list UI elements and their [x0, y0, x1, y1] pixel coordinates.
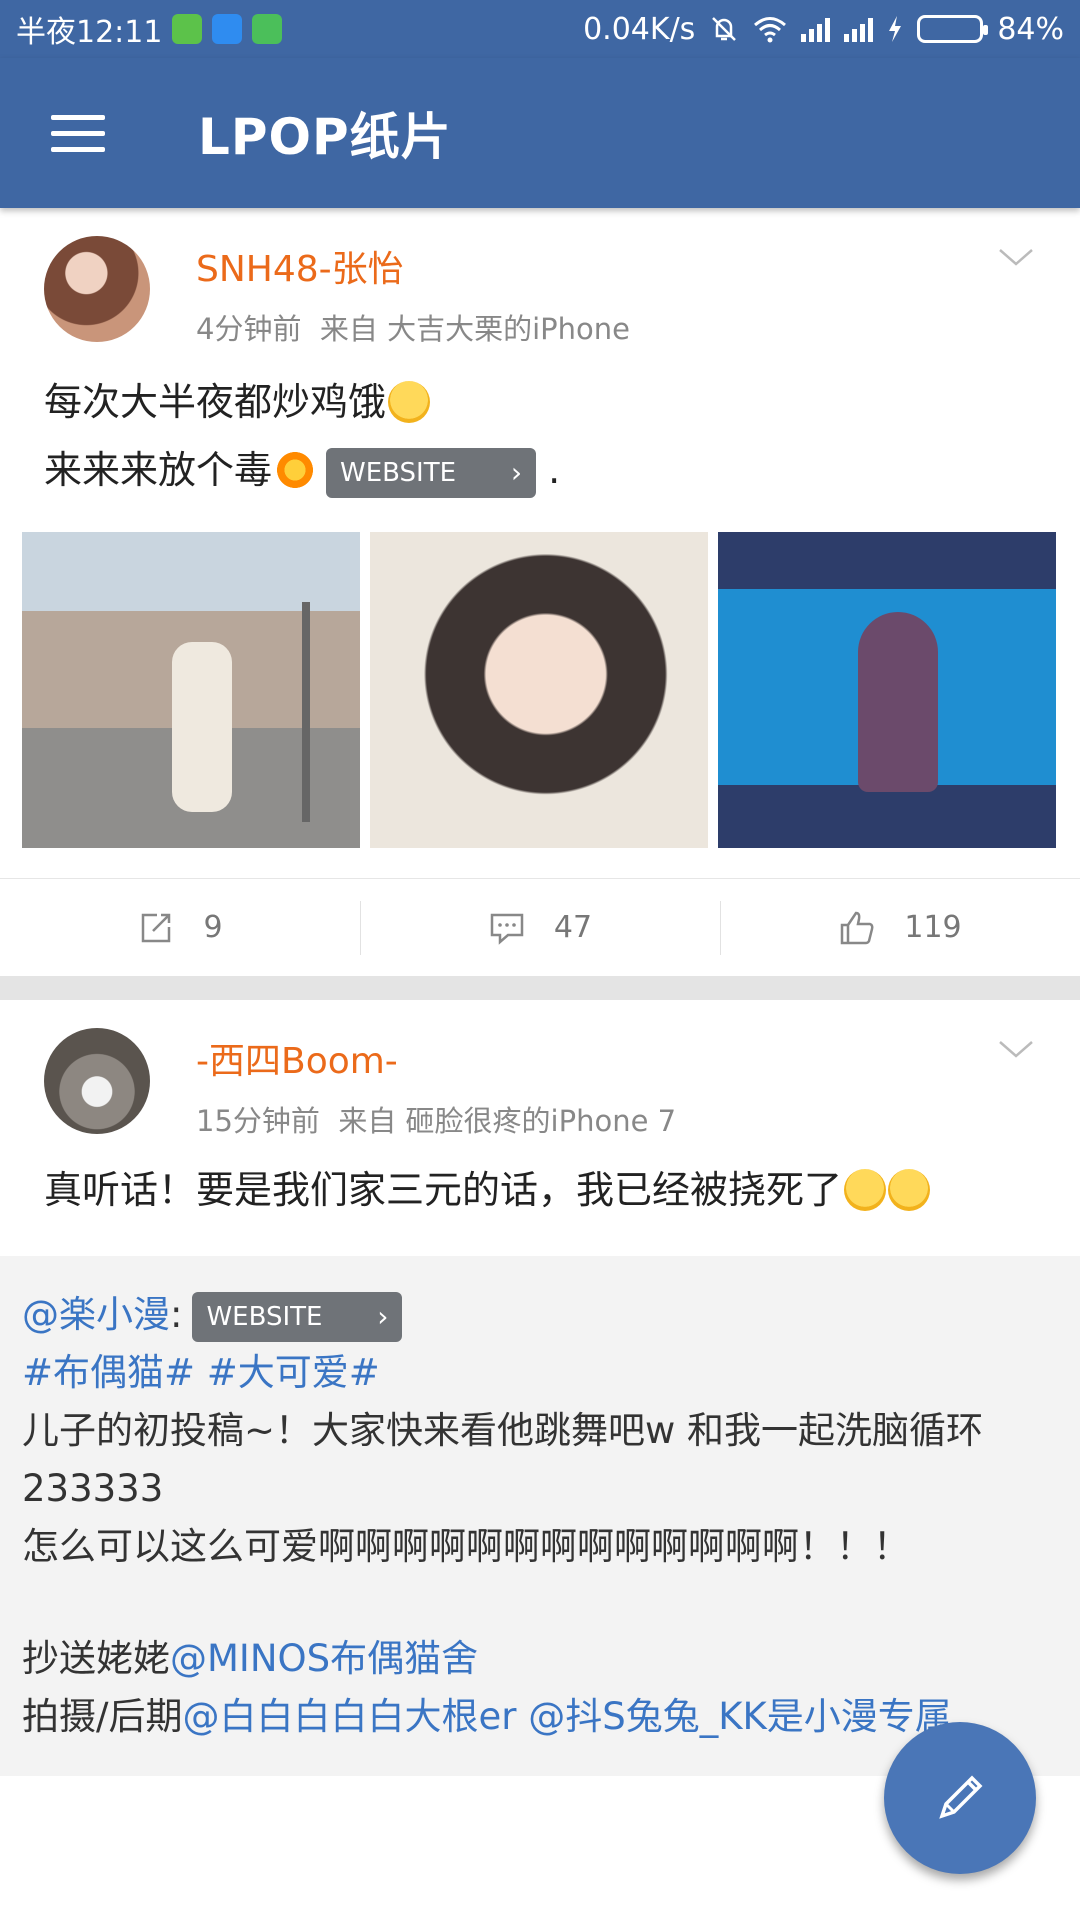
mention-link[interactable]: @白白白白白大根er — [182, 1695, 516, 1738]
compose-button[interactable] — [884, 1722, 1036, 1874]
boom-emoji-icon — [274, 449, 317, 491]
feed-list[interactable]: SNH48-张怡 4分钟前 来自 大吉大栗的iPhone 每次大半夜都炒鸡饿 来… — [0, 208, 1080, 1920]
battery-percent: 84% — [997, 11, 1064, 47]
post-text-line: 每次大半夜都炒鸡饿 — [44, 380, 387, 424]
post-text-line: 来来来放个毒 — [44, 448, 273, 492]
chevron-right-icon: › — [510, 456, 523, 489]
comment-button[interactable]: 47 — [360, 879, 720, 976]
pencil-icon — [939, 1775, 983, 1819]
repost-text: 抄送姥姥 — [22, 1637, 170, 1680]
post-header: SNH48-张怡 4分钟前 来自 大吉大栗的iPhone — [0, 208, 1080, 368]
thumbs-up-icon — [841, 911, 874, 944]
comment-count: 47 — [553, 910, 593, 945]
post-image[interactable] — [718, 532, 1056, 848]
post-meta: 15分钟前 来自 砸脸很疼的iPhone 7 — [196, 1098, 676, 1140]
website-link-button[interactable]: WEBSITE › — [326, 448, 537, 498]
post-separator — [0, 976, 1080, 1000]
post-image[interactable] — [22, 532, 360, 848]
post-image-grid — [0, 532, 1080, 848]
repost-button[interactable]: 9 — [0, 879, 360, 976]
repost-author-link[interactable]: @楽小漫 — [22, 1293, 170, 1336]
chevron-right-icon: › — [377, 1300, 389, 1333]
mention-link[interactable]: @抖S兔兔_KK是小漫专属 — [528, 1695, 952, 1738]
sim-app-icon — [172, 14, 203, 44]
post-source: 来自 大吉大栗的iPhone — [319, 312, 630, 346]
post-card[interactable]: SNH48-张怡 4分钟前 来自 大吉大栗的iPhone 每次大半夜都炒鸡饿 来… — [0, 208, 1080, 976]
signal-icon-2 — [844, 16, 874, 42]
avatar[interactable] — [44, 236, 150, 342]
avatar[interactable] — [44, 1028, 150, 1134]
website-link-label: WEBSITE — [206, 1302, 323, 1332]
mute-vibrate-icon — [712, 17, 737, 41]
hashtag-link[interactable]: #大可爱# — [207, 1351, 380, 1394]
mention-link[interactable]: @MINOS布偶猫舍 — [170, 1637, 478, 1680]
post-time: 4分钟前 — [196, 312, 302, 346]
share-icon — [142, 913, 171, 942]
hamburger-menu-icon[interactable] — [28, 83, 128, 183]
post-meta: 4分钟前 来自 大吉大栗的iPhone — [196, 306, 630, 348]
battery-icon — [917, 15, 989, 43]
post-source: 来自 砸脸很疼的iPhone 7 — [338, 1104, 677, 1138]
wifi-icon — [754, 17, 787, 43]
signal-icon — [801, 16, 831, 42]
repost-colon: : — [170, 1293, 183, 1336]
comment-icon — [490, 913, 524, 945]
post-username[interactable]: -西四Boom- — [196, 1032, 398, 1084]
tired-face-emoji-icon — [388, 381, 431, 423]
repost-count: 9 — [203, 910, 223, 945]
page-title: LPOP纸片 — [198, 108, 452, 166]
reposted-content[interactable]: @楽小漫: WEBSITE › #布偶猫# #大可爱# 儿子的初投稿~！大家快来看他… — [0, 1256, 1080, 1776]
post-header: -西四Boom- 15分钟前 来自 砸脸很疼的iPhone 7 — [0, 1000, 1080, 1160]
status-bar: 半夜12:11 0.04K/s 84% — [0, 0, 1080, 58]
cloud-app-icon — [212, 14, 243, 44]
repost-text: 拍摄/后期 — [22, 1695, 183, 1738]
repost-text: 怎么可以这么可爱啊啊啊啊啊啊啊啊啊啊啊啊啊！！！ — [22, 1525, 910, 1568]
hashtag-link[interactable]: #布偶猫# — [22, 1351, 195, 1394]
net-speed: 0.04K/s — [583, 11, 696, 47]
post-text: 真听话！要是我们家三元的话，我已经被挠死了 — [0, 1160, 1080, 1256]
post-action-bar: 9 47 119 — [0, 878, 1080, 976]
like-button[interactable]: 119 — [720, 879, 1080, 976]
post-text-tail: . — [548, 448, 561, 492]
chevron-down-icon[interactable] — [996, 1030, 1036, 1070]
post-card[interactable]: -西四Boom- 15分钟前 来自 砸脸很疼的iPhone 7 真听话！要是我们… — [0, 1000, 1080, 1776]
post-text-line: 真听话！要是我们家三元的话，我已经被挠死了 — [44, 1168, 843, 1212]
post-username[interactable]: SNH48-张怡 — [196, 240, 404, 292]
chevron-down-icon[interactable] — [996, 238, 1036, 278]
website-link-button[interactable]: WEBSITE › — [192, 1292, 403, 1342]
post-text: 每次大半夜都炒鸡饿 来来来放个毒 WEBSITE › . — [0, 368, 1080, 504]
laughing-emoji-icon — [888, 1169, 931, 1211]
status-time: 半夜12:11 — [16, 15, 163, 50]
laughing-emoji-icon — [844, 1169, 887, 1211]
charging-icon — [889, 16, 902, 42]
repost-text: 儿子的初投稿~！大家快来看他跳舞吧w 和我一起洗脑循环233333 — [22, 1409, 984, 1510]
robot-app-icon — [252, 14, 283, 44]
website-link-label: WEBSITE — [340, 458, 457, 488]
post-time: 15分钟前 — [196, 1104, 320, 1138]
like-count: 119 — [904, 910, 962, 945]
app-bar: LPOP纸片 — [0, 58, 1080, 208]
post-image[interactable] — [370, 532, 708, 848]
